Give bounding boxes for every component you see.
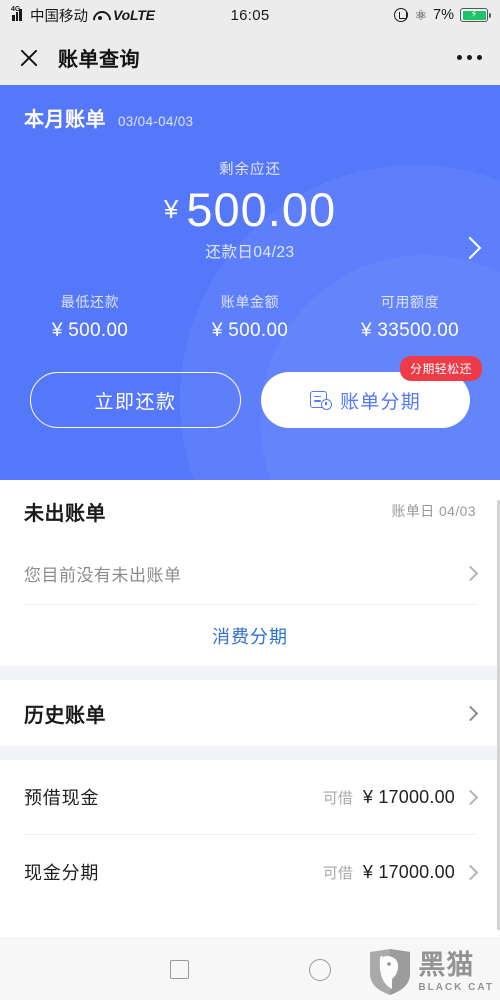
card-date-range: 03/04-04/03: [118, 114, 194, 129]
bill-installment-icon: [310, 390, 333, 410]
card-title: 本月账单: [24, 109, 106, 131]
remaining-due-block[interactable]: 剩余应还 ¥ 500.00 还款日04/23: [0, 158, 500, 262]
app-header: 账单查询: [0, 30, 500, 85]
stat-label: 账单金额: [220, 294, 280, 311]
more-options-icon[interactable]: [457, 55, 482, 60]
section-divider: [0, 746, 500, 760]
currency-symbol: ¥: [163, 194, 179, 225]
due-date-label: 还款日04/23: [205, 244, 295, 262]
rotation-lock-icon: [394, 8, 409, 22]
cash-advance-amount: ¥ 17000.00: [362, 786, 455, 807]
chevron-right-icon: [462, 864, 479, 880]
history-title: 历史账单: [24, 704, 106, 727]
stat-value: ¥ 500.00: [211, 320, 289, 342]
unbilled-header: 未出账单 账单日 04/03: [24, 480, 476, 542]
cash-advance-amount-label: 可借: [322, 789, 353, 807]
watermark-name-cn: 黑猫: [418, 949, 475, 980]
signal-icon: 4G: [11, 6, 25, 21]
bill-installment-label: 账单分期: [340, 391, 421, 413]
amount-value: 500.00: [186, 183, 337, 236]
card-header: 本月账单 03/04-04/03: [0, 85, 500, 132]
history-section: 历史账单: [0, 680, 500, 746]
watermark: 黑猫 BLACK CAT: [368, 948, 494, 996]
repay-now-button[interactable]: 立即还款: [30, 372, 241, 429]
chevron-right-icon: [462, 705, 479, 721]
cash-section: 预借现金 可借 ¥ 17000.00 现金分期 可借 ¥ 17000.00: [0, 760, 500, 909]
black-cat-shield-logo: [370, 949, 411, 995]
unbilled-section: 未出账单 账单日 04/03 您目前没有未出账单 消费分期: [0, 480, 500, 666]
network-type-label: 4G: [11, 6, 21, 13]
unbilled-empty-row[interactable]: 您目前没有未出账单: [24, 542, 479, 604]
stat-value: ¥ 500.00: [51, 320, 129, 342]
stat-value: ¥ 33500.00: [360, 320, 460, 342]
page-title: 账单查询: [58, 49, 140, 71]
cash-installment-label: 现金分期: [24, 863, 100, 883]
bill-summary-card: 本月账单 03/04-04/03 剩余应还 ¥ 500.00 还款日04/23 …: [0, 85, 500, 480]
battery-charging-icon: ⚡: [460, 8, 491, 22]
bluetooth-icon: ⚛: [414, 6, 428, 23]
stat-bill-amount: 账单金额 ¥ 500.00: [170, 292, 330, 342]
card-stats-row: 最低还款 ¥ 500.00 账单金额 ¥ 500.00 可用额度 ¥ 33500…: [0, 292, 500, 342]
stat-label: 可用额度: [380, 294, 440, 311]
remaining-due-label: 剩余应还: [219, 162, 281, 178]
status-badge: 分期轻松还: [399, 356, 482, 382]
unbilled-empty-text: 您目前没有未出账单: [24, 565, 182, 585]
cash-installment-row[interactable]: 现金分期 可借 ¥ 17000.00: [24, 835, 479, 909]
cash-installment-amount: ¥ 17000.00: [362, 861, 455, 882]
remaining-due-amount: ¥ 500.00: [0, 183, 500, 236]
status-bar: 4G 中国移动 VoLTE 16:05 ⚛ 7% ⚡: [0, 0, 500, 30]
wifi-icon: [93, 9, 108, 21]
status-bar-left: 4G 中国移动 VoLTE: [11, 5, 155, 26]
chevron-right-icon: [462, 565, 479, 581]
cash-advance-row[interactable]: 预借现金 可借 ¥ 17000.00: [24, 760, 479, 834]
unbilled-meta: 账单日 04/03: [391, 503, 476, 519]
chevron-right-icon: [462, 789, 479, 805]
circle-home-icon[interactable]: [308, 958, 331, 981]
status-bar-right: ⚛ 7% ⚡: [394, 0, 491, 30]
stat-label: 最低还款: [60, 294, 120, 311]
section-divider: [0, 666, 500, 680]
carrier-label: 中国移动: [30, 8, 88, 25]
consumption-installment-label: 消费分期: [212, 626, 288, 647]
stat-available-credit: 可用额度 ¥ 33500.00: [330, 292, 490, 342]
close-icon[interactable]: [18, 47, 40, 69]
volte-label: VoLTE: [113, 7, 155, 23]
card-actions: 立即还款 分期轻松还 账单分期: [0, 356, 500, 429]
bill-installment-wrapper: 分期轻松还 账单分期: [261, 356, 482, 429]
stat-min-payment: 最低还款 ¥ 500.00: [10, 292, 170, 342]
unbilled-title: 未出账单: [24, 502, 106, 525]
cash-advance-label: 预借现金: [24, 788, 100, 808]
consumption-installment-link[interactable]: 消费分期: [24, 604, 476, 666]
watermark-name-en: BLACK CAT: [418, 981, 494, 993]
battery-percent-label: 7%: [433, 7, 454, 23]
square-recents-icon[interactable]: [169, 960, 189, 979]
cash-installment-amount-label: 可借: [322, 864, 353, 882]
history-row[interactable]: 历史账单: [24, 680, 479, 746]
